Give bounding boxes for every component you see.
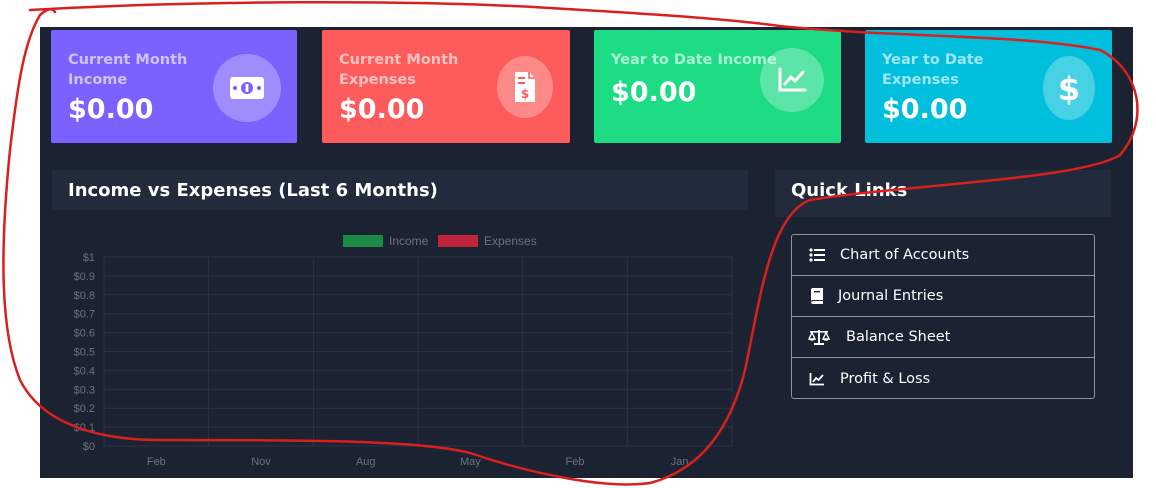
x-tick-label: Feb [566,456,585,468]
quick-link-label: Profit & Loss [840,370,931,387]
chart-line-icon [760,48,824,112]
quick-link-balance-sheet[interactable]: Balance Sheet [792,317,1094,358]
y-tick-label: $0.6 [74,328,95,340]
list-icon [808,246,826,264]
chart-panel-header: Income vs Expenses (Last 6 Months) [52,170,748,210]
y-tick-label: $0.1 [74,422,95,434]
quick-link-label: Balance Sheet [846,329,951,345]
book-icon [808,287,826,305]
card-value: $0.00 [611,77,697,108]
x-tick-label: Aug [356,456,376,468]
x-tick-label: May [460,456,481,468]
card-value: $0.00 [882,94,968,125]
quick-link-journal-entries[interactable]: Journal Entries [792,276,1094,317]
legend-label-income: Income [389,234,429,248]
svg-text:$: $ [1058,70,1080,107]
y-tick-label: $0 [83,441,95,453]
x-tick-label: Nov [251,456,271,468]
quick-link-label: Chart of Accounts [840,247,970,263]
card-title: Current Month Expenses [339,52,459,88]
card-value: $0.00 [68,94,154,125]
y-tick-label: $0.4 [74,365,95,377]
quick-link-profit-loss[interactable]: Profit & Loss [792,358,1094,399]
y-tick-label: $0.8 [74,290,95,302]
screenshot-stage: Current Month Income $0.00 Current Month… [0,0,1156,488]
quick-links-title: Quick Links [791,180,908,201]
card-value: $0.00 [339,94,425,125]
quick-link-label: Journal Entries [838,288,944,304]
legend-swatch-income [343,235,383,247]
income-expenses-chart: $0 $0.1 $0.2 $0.3 $0.4 $0.5 $0.6 $0.7 $0.8 $0.9 $1… [74,234,733,468]
card-title: Current Month Income [68,52,188,88]
y-tick-label: $0.2 [74,403,95,415]
legend-swatch-expenses [438,235,478,247]
quick-links-list: Chart of Accounts Journal Entries Balanc… [791,234,1095,399]
card-year-to-date-income: Year to Date Income $0.00 [594,30,841,143]
y-tick-label: $1 [83,252,95,264]
x-tick-label: Feb [147,456,166,468]
quick-links-header: Quick Links [775,170,1111,217]
dashboard: Current Month Income $0.00 Current Month… [40,27,1133,478]
scale-icon [808,328,830,346]
quick-link-chart-of-accounts[interactable]: Chart of Accounts [792,235,1094,276]
x-tick-label: Jan [671,456,689,468]
card-year-to-date-expenses: Year to Date Expenses $0.00 $ [865,30,1112,143]
y-tick-label: $0.7 [74,309,95,321]
legend-label-expenses: Expenses [484,234,537,248]
y-tick-label: $0.9 [74,271,95,283]
money-bill-icon [213,54,281,122]
svg-text:$: $ [521,87,529,101]
y-tick-label: $0.5 [74,347,95,359]
invoice-dollar-icon: $ [497,56,553,118]
dollar-sign-icon: $ [1043,56,1095,120]
chart-line-icon [808,370,826,388]
card-title: Year to Date Expenses [882,52,984,88]
card-current-month-expenses: Current Month Expenses $0.00 $ [322,30,570,143]
y-tick-label: $0.3 [74,384,95,396]
chart-panel-title: Income vs Expenses (Last 6 Months) [68,180,438,201]
card-current-month-income: Current Month Income $0.00 [51,30,297,143]
